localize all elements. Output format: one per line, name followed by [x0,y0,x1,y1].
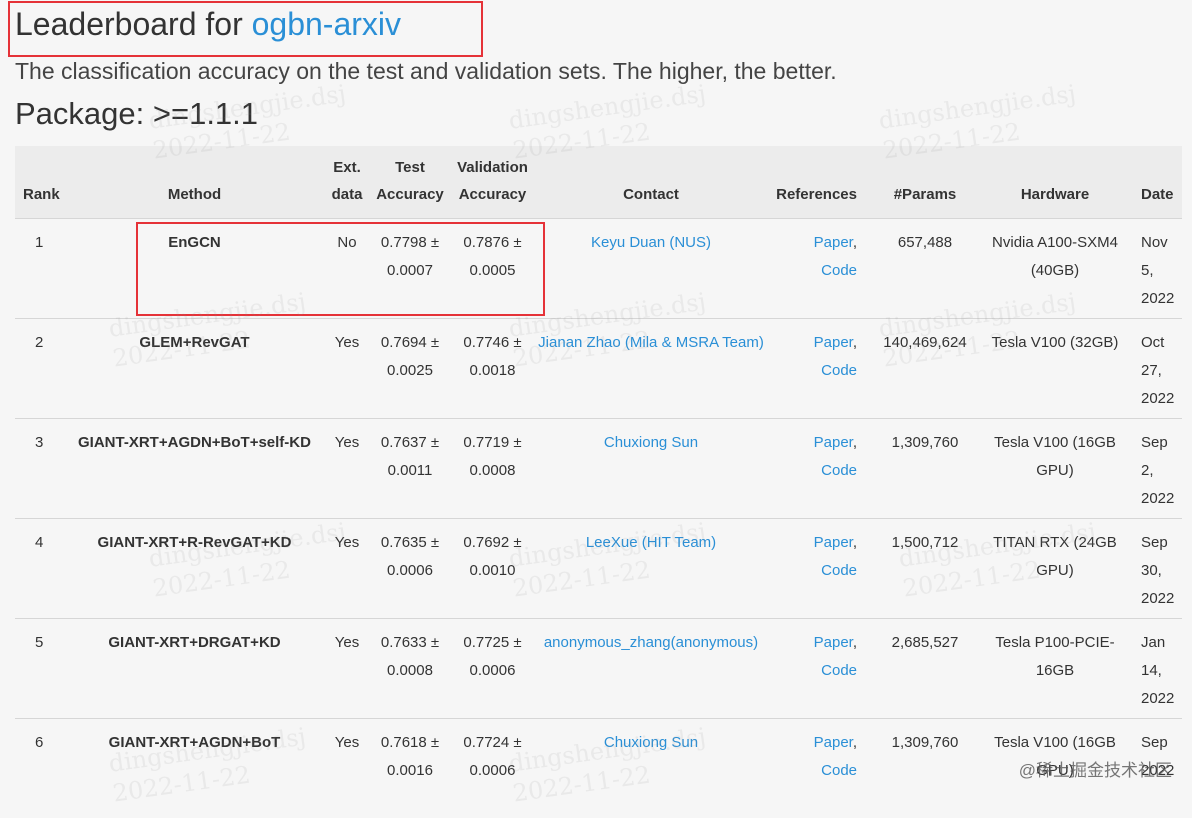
table-row: 4 GIANT-XRT+R-RevGAT+KD Yes 0.7635 ± 0.0… [15,518,1182,618]
cell-ext-data: Yes [334,433,360,451]
cell-references: Paper, Code [813,433,857,479]
cell-test-accuracy: 0.7635 ± 0.0006 [380,533,440,579]
cell-ext-data: Yes [334,733,360,751]
cell-references: Paper, Code [813,733,857,779]
contact-link[interactable]: Chuxiong Sun [604,434,698,451]
cell-test-accuracy: 0.7637 ± 0.0011 [380,433,440,479]
cell-contact: Chuxiong Sun [535,418,767,518]
cell-ext-data: Yes [334,533,360,551]
package-version: Package: >=1.1.1 [15,96,259,131]
cell-method: GLEM+RevGAT [139,333,250,351]
cell-test-accuracy: 0.7694 ± 0.0025 [380,333,440,379]
cell-references: Paper, Code [813,533,857,579]
code-link[interactable]: Code [821,762,857,779]
cell-hardware: Nvidia A100-SXM4 (40GB) [992,233,1118,279]
header-contact[interactable]: Contact [535,146,767,218]
cell-params: 140,469,624 [883,333,967,351]
page-subtitle: The classification accuracy on the test … [15,58,837,84]
cell-validation-accuracy: 0.7692 ± 0.0010 [463,533,522,579]
code-link[interactable]: Code [821,362,857,379]
header-params[interactable]: #Params [871,146,979,218]
table-row: 2 GLEM+RevGAT Yes 0.7694 ± 0.0025 0.7746… [15,318,1182,418]
header-ext-line2: data [331,185,363,203]
cell-params: 657,488 [897,233,953,251]
cell-params: 1,309,760 [891,433,959,451]
code-link[interactable]: Code [821,462,857,479]
cell-method: GIANT-XRT+R-RevGAT+KD [97,533,292,551]
cell-hardware: TITAN RTX (24GB GPU) [993,533,1117,579]
cell-validation-accuracy: 0.7725 ± 0.0006 [463,633,522,679]
cell-references: Paper, Code [813,633,857,679]
header-test-accuracy[interactable]: Test Accuracy [370,146,450,218]
cell-test-accuracy: 0.7618 ± 0.0016 [380,733,440,779]
header-references[interactable]: References [767,146,871,218]
cell-validation-accuracy: 0.7724 ± 0.0006 [463,733,522,779]
cell-hardware: Tesla P100-PCIE-16GB [995,633,1115,679]
cell-rank: 4 [35,533,44,551]
cell-params: 2,685,527 [891,633,959,651]
cell-date: Jan 14, 2022 [1141,633,1175,707]
cell-rank: 2 [35,333,44,351]
corner-watermark: @稀土掘金技术社区 [1018,761,1172,780]
cell-method: GIANT-XRT+AGDN+BoT+self-KD [78,433,311,451]
cell-date: Sep 30, 2022 [1141,533,1175,607]
cell-date: Nov 5, 2022 [1141,233,1175,307]
header-val-line2: Accuracy [458,185,527,203]
cell-contact: LeeXue (HIT Team) [535,518,767,618]
paper-link[interactable]: Paper [814,734,853,751]
table-row: 3 GIANT-XRT+AGDN+BoT+self-KD Yes 0.7637 … [15,418,1182,518]
header-date[interactable]: Date [1131,146,1182,218]
header-val-line1: Validation [457,158,528,176]
code-link[interactable]: Code [821,262,857,279]
cell-validation-accuracy: 0.7719 ± 0.0008 [463,433,522,479]
top-entry-highlight-box [136,222,545,316]
header-ext-data[interactable]: Ext. data [324,146,370,218]
header-test-line2: Accuracy [376,185,444,203]
cell-ext-data: Yes [334,633,360,651]
cell-params: 1,309,760 [891,733,959,751]
paper-link[interactable]: Paper [814,234,853,251]
contact-link[interactable]: Chuxiong Sun [604,734,698,751]
cell-validation-accuracy: 0.7746 ± 0.0018 [463,333,522,379]
header-ext-line1: Ext. [333,158,361,176]
cell-test-accuracy: 0.7633 ± 0.0008 [380,633,440,679]
cell-rank: 1 [35,233,44,251]
title-highlight-box [8,1,483,57]
table-row: 6 GIANT-XRT+AGDN+BoT Yes 0.7618 ± 0.0016… [15,718,1182,818]
cell-date: Oct 27, 2022 [1141,333,1175,407]
contact-link[interactable]: LeeXue (HIT Team) [586,534,716,551]
header-validation-accuracy[interactable]: Validation Accuracy [450,146,535,218]
cell-ext-data: Yes [334,333,360,351]
table-header-row: Rank Method Ext. data Test Accuracy Valida… [15,146,1182,218]
cell-references: Paper, Code [813,333,857,379]
cell-references: Paper, Code [813,233,857,279]
cell-contact: Chuxiong Sun [535,718,767,818]
cell-rank: 3 [35,433,44,451]
contact-link[interactable]: anonymous_zhang(anonymous) [544,634,758,651]
contact-link[interactable]: Jianan Zhao (Mila & MSRA Team) [538,334,764,351]
header-test-line1: Test [395,158,425,176]
table-row: 5 GIANT-XRT+DRGAT+KD Yes 0.7633 ± 0.0008… [15,618,1182,718]
cell-method: GIANT-XRT+AGDN+BoT [108,733,281,751]
cell-params: 1,500,712 [891,533,959,551]
header-rank[interactable]: Rank [15,146,65,218]
header-hardware[interactable]: Hardware [979,146,1131,218]
paper-link[interactable]: Paper [814,634,853,651]
paper-link[interactable]: Paper [814,534,853,551]
code-link[interactable]: Code [821,662,857,679]
cell-contact: anonymous_zhang(anonymous) [535,618,767,718]
cell-contact: Jianan Zhao (Mila & MSRA Team) [535,318,767,418]
paper-link[interactable]: Paper [814,334,853,351]
cell-contact: Keyu Duan (NUS) [535,218,767,318]
cell-rank: 6 [35,733,44,751]
cell-hardware: Tesla V100 (16GB GPU) [994,433,1116,479]
cell-date: Sep 2, 2022 [1141,433,1175,507]
paper-link[interactable]: Paper [814,434,853,451]
contact-link[interactable]: Keyu Duan (NUS) [591,234,711,251]
code-link[interactable]: Code [821,562,857,579]
cell-hardware: Tesla V100 (32GB) [991,333,1119,351]
cell-method: GIANT-XRT+DRGAT+KD [108,633,281,651]
cell-rank: 5 [35,633,44,651]
header-method[interactable]: Method [65,146,324,218]
